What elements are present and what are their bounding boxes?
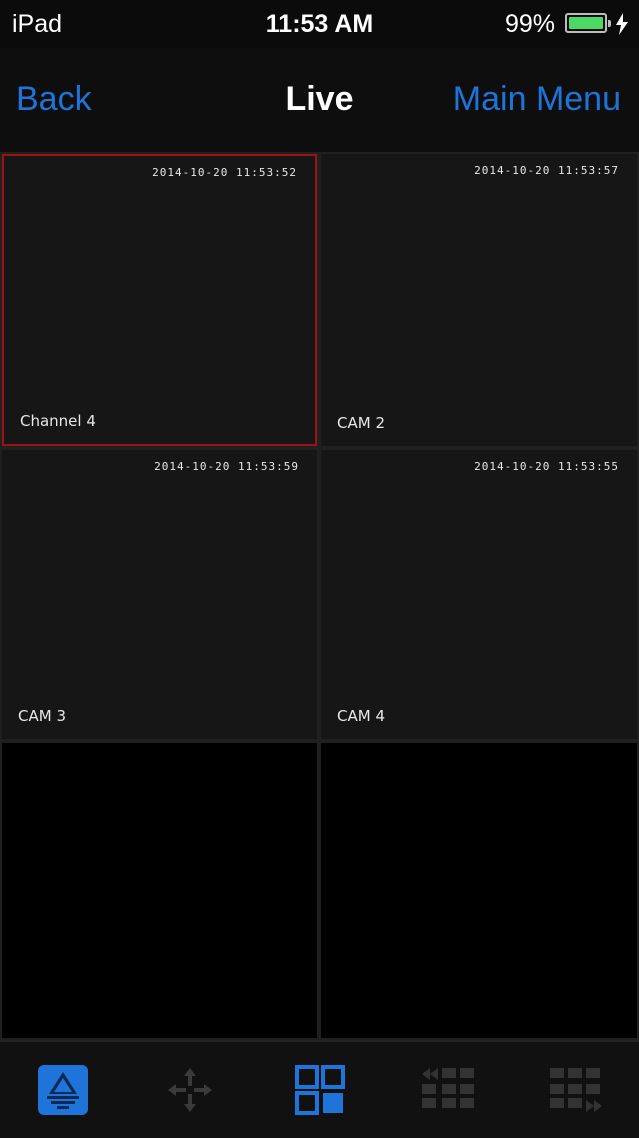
bottom-toolbar [0,1040,639,1138]
next-page-icon [550,1068,602,1112]
timestamp: 2014-10-20 11:53:52 [152,166,297,179]
charging-icon [616,13,628,35]
timestamp: 2014-10-20 11:53:57 [474,164,619,177]
camera-grid: 2014-10-20 11:53:52 Channel 4 2014-10-20… [0,152,639,1040]
camera-tile[interactable]: 2014-10-20 11:53:57 CAM 2 [321,154,637,446]
navigation-bar: Back Live Main Menu [0,48,639,154]
ptz-move-icon [168,1068,212,1112]
main-menu-button[interactable]: Main Menu [453,80,621,119]
channel-label: CAM 2 [337,414,385,432]
live-view-button[interactable] [37,1064,89,1116]
previous-page-icon [422,1068,474,1108]
status-bar: iPad 11:53 AM 99% [0,0,639,48]
battery-percent: 99% [504,10,555,38]
channel-label: CAM 4 [337,707,385,725]
empty-camera-tile[interactable] [2,743,317,1038]
battery-icon [565,13,611,33]
camera-tile[interactable]: 2014-10-20 11:53:59 CAM 3 [2,450,317,739]
grid-layout-icon [295,1065,345,1115]
next-page-button[interactable] [548,1064,602,1116]
grid-layout-button[interactable] [294,1064,346,1116]
previous-page-button[interactable] [420,1064,474,1116]
camera-tile[interactable]: 2014-10-20 11:53:55 CAM 4 [321,450,637,739]
channel-label: Channel 4 [20,412,96,430]
live-view-icon [38,1065,88,1115]
timestamp: 2014-10-20 11:53:59 [154,460,299,473]
ptz-move-button[interactable] [164,1064,216,1116]
camera-tile[interactable]: 2014-10-20 11:53:52 Channel 4 [2,154,317,446]
empty-camera-tile[interactable] [321,743,637,1038]
channel-label: CAM 3 [18,707,66,725]
timestamp: 2014-10-20 11:53:55 [474,460,619,473]
